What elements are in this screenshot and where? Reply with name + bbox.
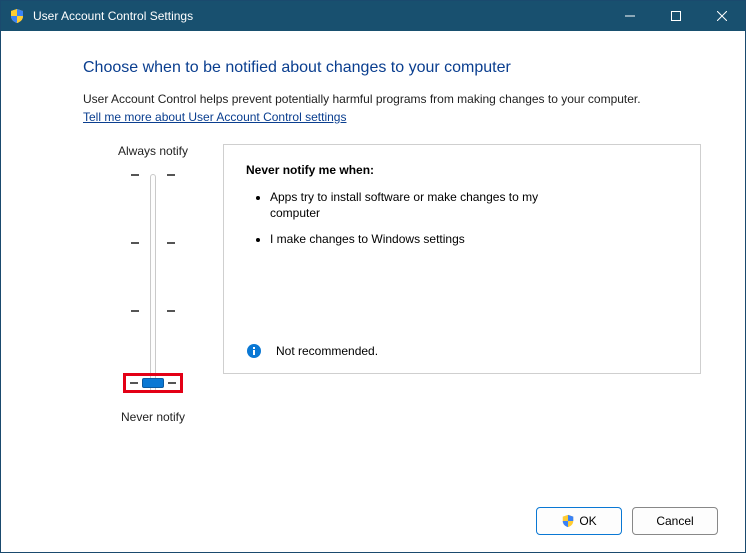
slider-tick (131, 174, 139, 176)
ok-button-label: OK (579, 514, 596, 528)
slider-tick (130, 382, 138, 384)
cancel-button-label: Cancel (656, 514, 693, 528)
ok-button[interactable]: OK (536, 507, 622, 535)
uac-shield-icon (9, 8, 25, 24)
slider-tick (167, 242, 175, 244)
panel-title: Never notify me when: (246, 163, 678, 177)
recommendation-text: Not recommended. (276, 344, 378, 358)
slider-bottom-label: Never notify (121, 410, 185, 424)
notification-slider[interactable] (123, 168, 183, 398)
slider-thumb-highlight[interactable] (123, 373, 183, 393)
panel-list: Apps try to install software or make cha… (246, 189, 678, 248)
close-button[interactable] (699, 1, 745, 31)
minimize-button[interactable] (607, 1, 653, 31)
slider-column: Always notify Never notify (83, 144, 223, 424)
maximize-button[interactable] (653, 1, 699, 31)
description-panel: Never notify me when: Apps try to instal… (223, 144, 701, 374)
description-column: Never notify me when: Apps try to instal… (223, 144, 701, 424)
slider-tick (167, 310, 175, 312)
slider-tick (168, 382, 176, 384)
dialog-footer: OK Cancel (536, 507, 718, 535)
settings-row: Always notify Never notify Never notify … (83, 144, 701, 424)
titlebar: User Account Control Settings (1, 1, 745, 31)
uac-shield-icon (561, 514, 575, 528)
info-icon (246, 343, 262, 359)
window-controls (607, 1, 745, 31)
help-link[interactable]: Tell me more about User Account Control … (83, 110, 346, 124)
window-title: User Account Control Settings (33, 9, 607, 23)
slider-tick (131, 242, 139, 244)
page-heading: Choose when to be notified about changes… (83, 59, 701, 77)
cancel-button[interactable]: Cancel (632, 507, 718, 535)
panel-list-item: Apps try to install software or make cha… (270, 189, 570, 221)
slider-thumb[interactable] (142, 378, 164, 388)
panel-list-item: I make changes to Windows settings (270, 231, 570, 247)
slider-tick (131, 310, 139, 312)
page-description: User Account Control helps prevent poten… (83, 91, 701, 108)
slider-tick (167, 174, 175, 176)
slider-top-label: Always notify (118, 144, 188, 158)
recommendation-row: Not recommended. (246, 343, 378, 359)
slider-track (150, 174, 156, 392)
content-area: Choose when to be notified about changes… (1, 31, 745, 424)
